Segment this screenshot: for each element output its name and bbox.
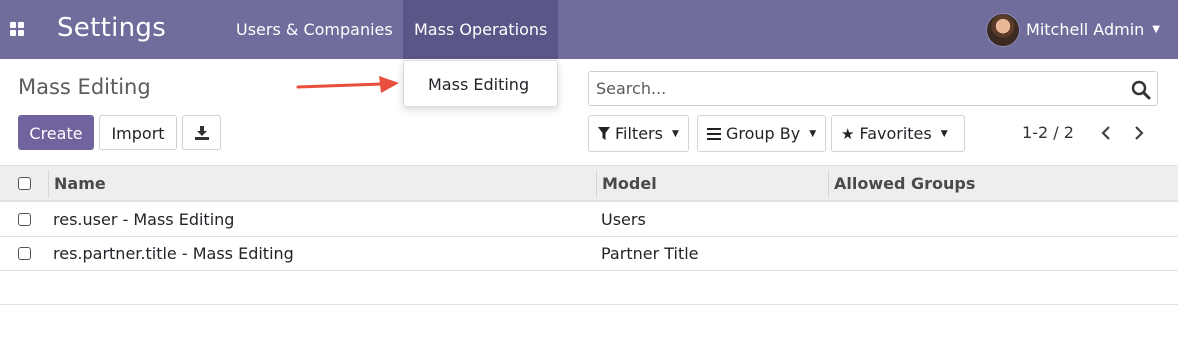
column-divider bbox=[828, 170, 829, 198]
search-input[interactable] bbox=[596, 79, 1116, 98]
menu-mass-operations[interactable]: Mass Operations bbox=[403, 0, 559, 59]
caret-down-icon: ▼ bbox=[940, 128, 948, 139]
menu-users-companies[interactable]: Users & Companies bbox=[225, 0, 404, 59]
table-row[interactable]: res.partner.title - Mass Editing Partner… bbox=[0, 237, 1178, 271]
table-header: Name Model Allowed Groups bbox=[0, 165, 1178, 202]
favorites-label: Favorites bbox=[859, 124, 932, 143]
mass-operations-dropdown: Mass Editing bbox=[403, 60, 558, 107]
cell-model: Partner Title bbox=[601, 244, 699, 263]
cell-model: Users bbox=[601, 210, 646, 229]
search-bar bbox=[588, 71, 1158, 106]
apps-grid-icon[interactable] bbox=[10, 22, 26, 38]
chevron-left-icon[interactable] bbox=[1100, 126, 1112, 140]
download-icon bbox=[194, 126, 209, 140]
column-header-model[interactable]: Model bbox=[602, 166, 657, 201]
filter-icon bbox=[598, 127, 610, 140]
cell-name: res.user - Mass Editing bbox=[53, 210, 235, 229]
import-button[interactable]: Import bbox=[99, 115, 177, 150]
caret-down-icon: ▼ bbox=[809, 128, 817, 139]
search-icon[interactable] bbox=[1131, 80, 1151, 100]
bars-icon bbox=[707, 127, 721, 140]
chevron-right-icon[interactable] bbox=[1133, 126, 1145, 140]
create-button[interactable]: Create bbox=[18, 115, 94, 150]
row-checkbox[interactable] bbox=[18, 213, 31, 226]
star-icon: ★ bbox=[841, 124, 855, 143]
dropdown-item-mass-editing[interactable]: Mass Editing bbox=[428, 75, 529, 94]
caret-down-icon: ▼ bbox=[671, 128, 679, 139]
caret-down-icon: ▼ bbox=[1152, 24, 1160, 35]
pager-value[interactable]: 1-2 / 2 bbox=[1022, 123, 1074, 142]
column-divider bbox=[596, 170, 597, 198]
favorites-button[interactable]: ★ Favorites ▼ bbox=[831, 115, 965, 152]
top-navbar: Settings Users & Companies Mass Operatio… bbox=[0, 0, 1178, 59]
user-name: Mitchell Admin bbox=[1026, 20, 1145, 39]
empty-table-row bbox=[0, 271, 1178, 305]
download-button[interactable] bbox=[182, 115, 221, 150]
group-by-button[interactable]: Group By ▼ bbox=[697, 115, 827, 152]
table-row[interactable]: res.user - Mass Editing Users bbox=[0, 203, 1178, 237]
annotation-arrow bbox=[296, 76, 399, 93]
column-header-allowed-groups[interactable]: Allowed Groups bbox=[834, 166, 975, 201]
column-divider bbox=[48, 170, 49, 198]
group-by-label: Group By bbox=[726, 124, 801, 143]
user-menu[interactable]: Mitchell Admin ▼ bbox=[986, 0, 1160, 59]
select-all-checkbox[interactable] bbox=[18, 177, 31, 190]
filters-button[interactable]: Filters ▼ bbox=[588, 115, 689, 152]
filters-label: Filters bbox=[615, 124, 663, 143]
avatar bbox=[986, 12, 1021, 47]
row-checkbox[interactable] bbox=[18, 247, 31, 260]
page-title: Mass Editing bbox=[18, 75, 151, 99]
app-title[interactable]: Settings bbox=[57, 13, 166, 43]
column-header-name[interactable]: Name bbox=[54, 166, 106, 201]
cell-name: res.partner.title - Mass Editing bbox=[53, 244, 294, 263]
